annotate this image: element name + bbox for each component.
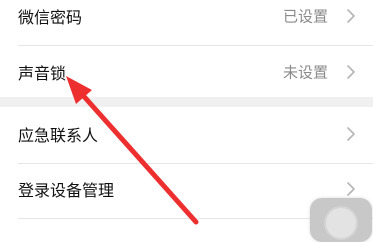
- chevron-right-icon: [347, 9, 355, 23]
- chevron-right-icon: [347, 127, 355, 141]
- assistive-touch-icon: [324, 206, 358, 240]
- login-device-management-label: 登录设备管理: [18, 181, 115, 200]
- chevron-right-icon: [347, 65, 355, 79]
- voice-lock-status: 未设置: [282, 63, 328, 82]
- voice-lock-row[interactable]: 声音锁 未设置: [0, 48, 373, 96]
- assistive-touch-button[interactable]: [310, 198, 372, 242]
- section-separator: [0, 97, 373, 107]
- emergency-contacts-row[interactable]: 应急联系人: [0, 110, 373, 158]
- wechat-password-row[interactable]: 微信密码 已设置: [0, 0, 373, 40]
- row-divider: [18, 163, 373, 164]
- wechat-password-status: 已设置: [282, 7, 328, 26]
- chevron-right-icon: [347, 182, 355, 196]
- voice-lock-label: 声音锁: [18, 64, 67, 83]
- wechat-password-label: 微信密码: [18, 8, 83, 27]
- row-divider: [18, 45, 373, 46]
- emergency-contacts-label: 应急联系人: [18, 126, 99, 145]
- settings-screen: 微信密码 已设置 声音锁 未设置 应急联系人 登录设备管理: [0, 0, 373, 228]
